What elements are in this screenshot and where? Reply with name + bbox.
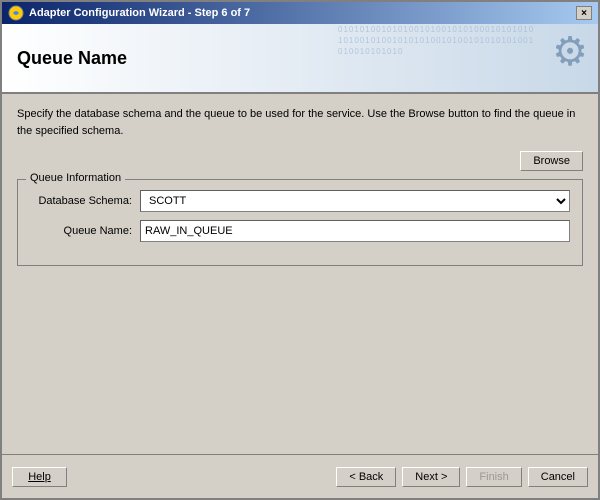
browse-row: Browse <box>17 151 583 171</box>
database-schema-select[interactable]: SCOTT <box>140 190 570 212</box>
next-button[interactable]: Next > <box>402 467 460 487</box>
cancel-button[interactable]: Cancel <box>528 467 588 487</box>
database-schema-label: Database Schema: <box>30 195 140 207</box>
database-schema-row: Database Schema: SCOTT <box>30 190 570 212</box>
close-button[interactable]: × <box>576 6 592 20</box>
back-button[interactable]: < Back <box>336 467 396 487</box>
finish-button[interactable]: Finish <box>466 467 521 487</box>
title-bar-left: Adapter Configuration Wizard - Step 6 of… <box>8 5 250 21</box>
footer-right: < Back Next > Finish Cancel <box>336 467 588 487</box>
window-title: Adapter Configuration Wizard - Step 6 of… <box>29 7 250 19</box>
queue-name-input[interactable] <box>140 220 570 242</box>
header-bg-text: 0101010010101001010010101000101010101010… <box>338 24 538 58</box>
gear-icon: ⚙ <box>552 29 588 75</box>
wizard-icon <box>8 5 24 21</box>
browse-button[interactable]: Browse <box>520 151 583 171</box>
description-text: Specify the database schema and the queu… <box>17 106 583 139</box>
queue-information-group: Queue Information Database Schema: SCOTT… <box>17 179 583 266</box>
footer-left: Help <box>12 467 67 487</box>
page-title: Queue Name <box>17 48 127 69</box>
footer: Help < Back Next > Finish Cancel <box>2 454 598 498</box>
group-legend: Queue Information <box>26 172 125 184</box>
title-bar: Adapter Configuration Wizard - Step 6 of… <box>2 2 598 24</box>
header-banner: Queue Name 01010100101010010100101010001… <box>2 24 598 94</box>
wizard-window: Adapter Configuration Wizard - Step 6 of… <box>0 0 600 500</box>
help-button[interactable]: Help <box>12 467 67 487</box>
content-area: Specify the database schema and the queu… <box>2 94 598 454</box>
queue-name-label: Queue Name: <box>30 225 140 237</box>
queue-name-row: Queue Name: <box>30 220 570 242</box>
